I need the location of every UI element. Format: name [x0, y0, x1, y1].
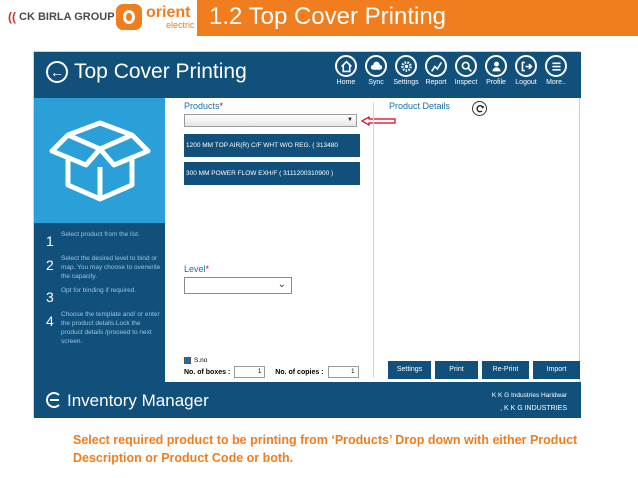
home-icon — [335, 55, 357, 77]
step-item: 3 Opt for binding if required. — [34, 287, 165, 305]
open-box-icon — [49, 120, 150, 201]
slide: (( CK BIRLA GROUP orient electric 1.2 To… — [0, 0, 638, 478]
nav-label: More.. — [546, 79, 566, 86]
chevron-down-icon: ⌄ — [277, 279, 286, 290]
level-label: Level* — [184, 264, 210, 274]
product-option[interactable]: 300 MM POWER FLOW EXH/F ( 3111200310900 … — [184, 162, 360, 185]
nav-label: Profile — [486, 79, 506, 86]
box-illustration — [34, 98, 165, 223]
refresh-icon[interactable] — [472, 101, 487, 116]
step-text: Select product from the list. — [61, 231, 140, 238]
nav-settings[interactable]: Settings — [392, 55, 420, 86]
nav-profile[interactable]: Profile — [482, 55, 510, 86]
nav-logout[interactable]: Logout — [512, 55, 540, 86]
menu-icon — [545, 55, 567, 77]
step-item: 1 Select product from the list. — [34, 231, 165, 249]
nav-label: Sync — [368, 79, 384, 86]
step-number: 1 — [46, 233, 54, 249]
step-text: Opt for binding if required. — [61, 287, 137, 295]
footer-title: Inventory Manager — [67, 391, 209, 410]
dropdown-caret-icon: ▼ — [347, 117, 353, 123]
app-footer: Inventory Manager K K G Industries Harid… — [34, 382, 581, 418]
count-row: No. of boxes : 1 No. of copies : 1 — [184, 366, 359, 378]
import-button[interactable]: Import — [533, 361, 580, 379]
orient-name: orient — [146, 3, 191, 21]
profile-icon — [485, 55, 507, 77]
slide-caption: Select required product to be printing f… — [73, 433, 578, 466]
sno-checkbox[interactable] — [184, 357, 191, 364]
slide-title-band: 1.2 Top Cover Printing — [197, 0, 638, 36]
app-topbar: ← Top Cover Printing Home Sync Settings … — [34, 52, 581, 98]
orient-electric-logo: orient electric — [116, 4, 195, 30]
boxes-label: No. of boxes : — [184, 368, 231, 376]
boxes-input[interactable]: 1 — [234, 366, 266, 378]
top-nav: Home Sync Settings Report Inspect Profil… — [332, 55, 570, 86]
step-number: 3 — [46, 289, 54, 306]
slide-title: 1.2 Top Cover Printing — [209, 3, 447, 30]
copies-input[interactable]: 1 — [327, 366, 359, 378]
inventory-logo-icon — [46, 392, 62, 408]
nav-label: Report — [425, 79, 447, 86]
main-panel: Products* ▼ 1200 MM TOP AIR(R) C/F WHT W… — [165, 98, 581, 382]
app-title: Top Cover Printing — [74, 60, 247, 83]
nav-home[interactable]: Home — [332, 55, 360, 86]
nav-label: Settings — [393, 79, 419, 86]
search-icon — [455, 55, 477, 77]
steps-list: 1 Select product from the list. 2 Select… — [34, 231, 165, 352]
product-option[interactable]: 1200 MM TOP AIR(R) C/F WHT W/O REG. ( 31… — [184, 134, 360, 157]
action-buttons: Settings Print Re-Print Import — [388, 361, 580, 379]
sno-checkbox-row[interactable]: S.no — [184, 357, 207, 364]
step-number: 2 — [46, 257, 54, 273]
ck-birla-logo: (( CK BIRLA GROUP — [8, 10, 115, 24]
step-number: 4 — [46, 313, 54, 330]
slide-header: (( CK BIRLA GROUP orient electric 1.2 To… — [0, 0, 638, 38]
app-window: ← Top Cover Printing Home Sync Settings … — [33, 51, 581, 418]
step-item: 2 Select the desired level to bind or ma… — [34, 255, 165, 281]
step-item: 4 Choose the template and/ or enter the … — [34, 311, 165, 346]
level-dropdown[interactable]: ⌄ — [184, 277, 292, 294]
back-arrow-icon[interactable]: ← — [46, 61, 68, 83]
print-button[interactable]: Print — [435, 361, 478, 379]
chart-icon — [425, 55, 447, 77]
nav-report[interactable]: Report — [422, 55, 450, 86]
orient-mark-icon — [116, 4, 142, 30]
divider — [373, 102, 374, 378]
ck-birla-mark-icon: (( — [8, 10, 16, 24]
footer-company: K K G Industries Haridwar — [491, 392, 567, 399]
sno-label: S.no — [194, 357, 208, 364]
products-label: Products* — [184, 101, 224, 111]
ck-birla-text: CK BIRLA GROUP — [19, 11, 115, 23]
nav-label: Inspect — [454, 79, 478, 86]
nav-label: Home — [336, 79, 356, 86]
cloud-sync-icon — [365, 55, 387, 77]
sidebar: 1 Select product from the list. 2 Select… — [34, 98, 165, 382]
copies-label: No. of copies : — [275, 368, 324, 376]
products-dropdown[interactable]: ▼ — [184, 114, 357, 127]
gear-icon — [395, 55, 417, 77]
orient-sub: electric — [166, 19, 195, 30]
step-text: Choose the template and/ or enter the pr… — [61, 311, 160, 345]
logout-icon — [515, 55, 537, 77]
nav-inspect[interactable]: Inspect — [452, 55, 480, 86]
nav-label: Logout — [515, 79, 537, 86]
step-text: Select the desired level to bind or map.… — [61, 255, 161, 280]
footer-company-name: , K K G INDUSTRIES — [500, 405, 567, 412]
product-details-label: Product Details — [389, 101, 451, 111]
nav-more[interactable]: More.. — [542, 55, 570, 86]
nav-sync[interactable]: Sync — [362, 55, 390, 86]
annotation-arrow-icon — [361, 116, 396, 126]
settings-button[interactable]: Settings — [388, 361, 431, 379]
reprint-button[interactable]: Re-Print — [482, 361, 529, 379]
